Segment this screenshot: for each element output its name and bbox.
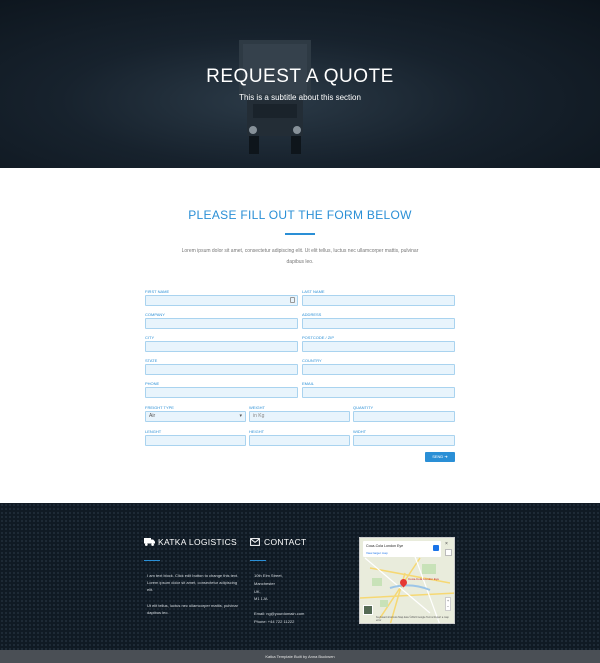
city-field: CITY — [145, 335, 298, 352]
city-input[interactable] — [145, 341, 298, 352]
last-name-input[interactable] — [302, 295, 455, 306]
company-input[interactable] — [145, 318, 298, 329]
width-field: WIDHT — [353, 429, 455, 446]
fullscreen-icon[interactable] — [445, 549, 452, 556]
weight-field: WEIGHT in Kg — [249, 405, 350, 422]
country-field: COUNTRY — [302, 358, 455, 375]
height-input[interactable] — [249, 435, 350, 446]
envelope-icon — [250, 538, 260, 546]
email-input[interactable] — [302, 387, 455, 398]
chevron-down-icon: ▾ — [239, 413, 242, 419]
brand-underline — [144, 560, 160, 561]
map-place-name: Coca-Cola London Eye — [366, 544, 404, 548]
brand-heading: KATKA LOGISTICS — [158, 537, 237, 547]
postcode-input[interactable] — [302, 341, 455, 352]
freight-type-field: FREIGHT TYPE Air ▾ — [145, 405, 246, 422]
last-name-field: LAST NAME — [302, 289, 455, 306]
form-section-title: PLEASE FILL OUT THE FORM BELOW — [188, 208, 412, 222]
quantity-field: QUANTITY — [353, 405, 455, 422]
postcode-field: POSTCODE / ZIP — [302, 335, 455, 352]
map-credit: Keyboard shortcuts Map data ©2024 Google… — [376, 616, 449, 622]
email-field: EMAIL — [302, 381, 455, 398]
length-field: LENGHT — [145, 429, 246, 446]
contact-card-icon — [290, 297, 295, 303]
first-name-field: FIRST NAME — [145, 289, 298, 306]
about-text-2: Ut elit tellus, luctus nec ullamcorper m… — [147, 603, 238, 615]
hero-banner: REQUEST A QUOTE This is a subtitle about… — [0, 0, 600, 168]
address-input[interactable] — [302, 318, 455, 329]
title-underline — [285, 233, 315, 235]
world-map-dots-background — [0, 503, 600, 650]
weight-placeholder: in Kg — [253, 413, 265, 419]
send-button[interactable]: SEND ➔ — [425, 452, 455, 462]
freight-type-select[interactable]: Air ▾ — [145, 411, 246, 422]
country-input[interactable] — [302, 364, 455, 375]
state-field: STATE — [145, 358, 298, 375]
footer: KATKA LOGISTICS I am text block. Click e… — [0, 503, 600, 650]
address-field: ADDRESS — [302, 312, 455, 329]
first-name-input[interactable] — [145, 295, 298, 306]
height-field: HEIGHT — [249, 429, 350, 446]
map-zoom-control[interactable]: + − — [445, 597, 451, 611]
contact-heading: CONTACT — [264, 537, 307, 547]
satellite-toggle[interactable] — [363, 605, 373, 615]
address-line-4: M1 1JA — [254, 596, 268, 601]
address-line-1: 10th Elm Street, — [254, 573, 283, 578]
phone-input[interactable] — [145, 387, 298, 398]
company-field: COMPANY — [145, 312, 298, 329]
form-intro-text: Lorem ipsum dolor sit amet, consectetur … — [181, 248, 419, 265]
about-text: I am text block. Click edit button to ch… — [147, 573, 239, 592]
contact-email[interactable]: Email: ng@yourdomain.com — [254, 610, 304, 617]
page-subtitle: This is a subtitle about this section — [239, 93, 361, 102]
phone-field: PHONE — [145, 381, 298, 398]
contact-phone[interactable]: Phone: +44 722 11222 — [254, 618, 294, 625]
embedded-map[interactable]: Coca-Cola London Eye View larger map × C… — [359, 537, 455, 624]
directions-icon[interactable] — [433, 545, 439, 551]
map-close-icon[interactable]: × — [445, 541, 448, 547]
contact-underline — [250, 560, 266, 561]
address-line-2: Manchester — [254, 581, 275, 586]
map-pin-label: Coca-Cola London Eye — [408, 577, 440, 581]
address-line-3: UK, — [254, 589, 261, 594]
page-title: REQUEST A QUOTE — [206, 66, 394, 87]
map-info-card: Coca-Cola London Eye View larger map — [363, 541, 441, 557]
length-input[interactable] — [145, 435, 246, 446]
view-larger-map-link[interactable]: View larger map — [366, 551, 388, 555]
freight-type-value: Air — [149, 413, 156, 419]
copyright-text: Katka Template Built by Anna Buckwen — [265, 654, 335, 659]
weight-input[interactable]: in Kg — [249, 411, 350, 422]
truck-icon — [144, 538, 155, 546]
zoom-out-button[interactable]: − — [446, 604, 450, 610]
bottom-bar: Katka Template Built by Anna Buckwen — [0, 650, 600, 663]
width-input[interactable] — [353, 435, 455, 446]
quantity-input[interactable] — [353, 411, 455, 422]
state-input[interactable] — [145, 364, 298, 375]
